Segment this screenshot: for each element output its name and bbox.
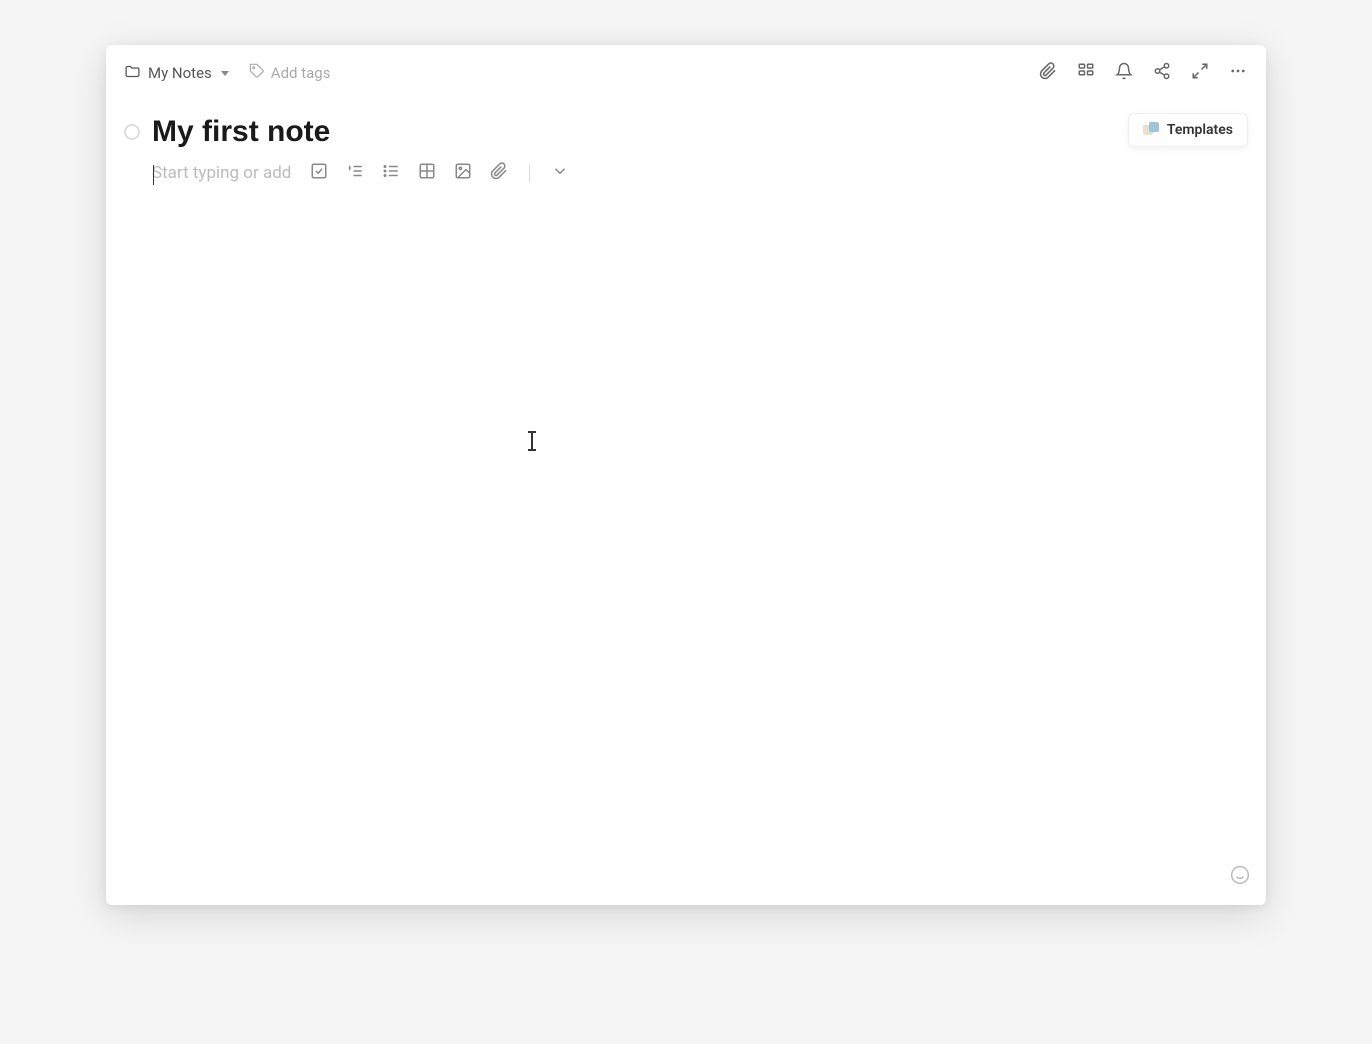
inline-toolbar [309, 163, 570, 183]
text-cursor-icon [531, 432, 533, 450]
paperclip-icon [1039, 62, 1057, 84]
toolbar-divider [529, 164, 530, 182]
more-button[interactable] [1228, 63, 1248, 83]
top-bar: My Notes Add tags [106, 45, 1266, 97]
caret-down-icon [221, 71, 229, 76]
expand-button[interactable] [1190, 63, 1210, 83]
folder-icon [124, 63, 141, 84]
note-title-input[interactable] [152, 115, 1248, 149]
note-window: My Notes Add tags [106, 45, 1266, 905]
table-icon [418, 162, 436, 184]
editor-placeholder[interactable]: Start typing or add [152, 163, 291, 183]
checkbox-button[interactable] [309, 163, 329, 183]
title-row: Templates [106, 97, 1266, 157]
attachment-button[interactable] [489, 163, 509, 183]
reminder-button[interactable] [1114, 63, 1134, 83]
top-bar-left: My Notes Add tags [124, 63, 330, 84]
share-icon [1153, 62, 1171, 84]
tag-icon [249, 63, 265, 83]
image-button[interactable] [453, 163, 473, 183]
checkbox-icon [310, 162, 328, 184]
chevron-down-icon [551, 162, 569, 184]
expand-icon [1191, 62, 1209, 84]
numbered-list-icon [346, 162, 364, 184]
add-tags-label: Add tags [271, 64, 331, 82]
more-icon [1229, 62, 1247, 84]
attachment-icon [490, 162, 508, 184]
numbered-list-button[interactable] [345, 163, 365, 183]
table-button[interactable] [417, 163, 437, 183]
editor-body[interactable] [106, 189, 1266, 869]
folder-name: My Notes [148, 64, 212, 82]
folder-selector[interactable]: My Notes [124, 63, 229, 84]
top-bar-right [1038, 63, 1248, 83]
templates-icon [1143, 122, 1159, 138]
widgets-icon [1077, 62, 1095, 84]
bullet-list-button[interactable] [381, 163, 401, 183]
add-tags-button[interactable]: Add tags [249, 63, 331, 83]
widgets-button[interactable] [1076, 63, 1096, 83]
attach-button[interactable] [1038, 63, 1058, 83]
more-options-button[interactable] [550, 163, 570, 183]
bell-icon [1115, 62, 1133, 84]
editor-toolbar-row: Start typing or add [106, 157, 1266, 189]
status-indicator[interactable] [124, 124, 140, 140]
share-button[interactable] [1152, 63, 1172, 83]
emoji-icon [1230, 870, 1250, 889]
emoji-button[interactable] [1230, 865, 1250, 889]
bullet-list-icon [382, 162, 400, 184]
templates-button[interactable]: Templates [1128, 113, 1248, 147]
image-icon [454, 162, 472, 184]
templates-label: Templates [1167, 122, 1233, 138]
